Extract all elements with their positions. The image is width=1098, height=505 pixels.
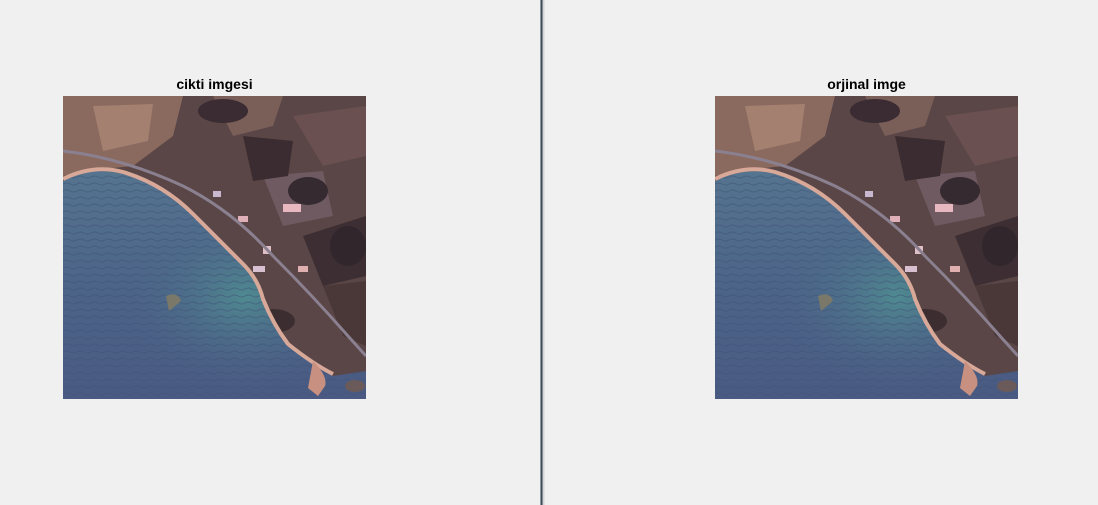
- right-axes: orjinal imge: [715, 74, 1018, 399]
- aerial-coastline-image: [63, 96, 366, 399]
- left-axes-title: cikti imgesi: [176, 76, 253, 92]
- left-panel: cikti imgesi: [0, 0, 540, 505]
- right-panel: orjinal imge: [545, 0, 1098, 505]
- aerial-coastline-image: [715, 96, 1018, 399]
- figure-window: cikti imgesi orjinal imge: [0, 0, 1098, 505]
- right-axes-title: orjinal imge: [827, 76, 906, 92]
- left-axes: cikti imgesi: [63, 74, 366, 399]
